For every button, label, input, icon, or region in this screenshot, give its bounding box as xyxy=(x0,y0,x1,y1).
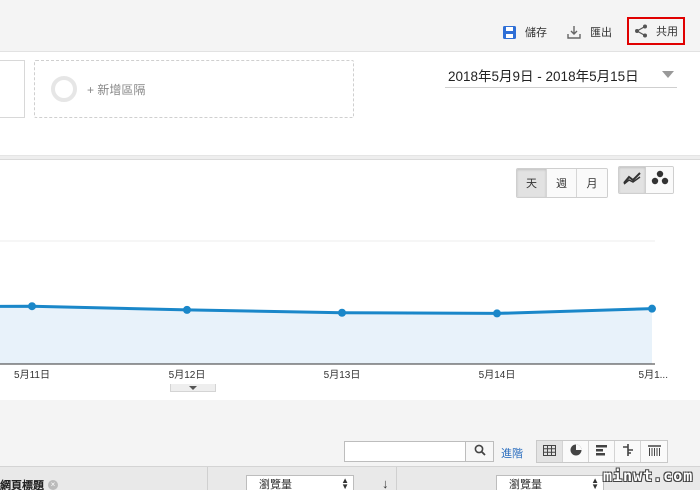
column-divider xyxy=(396,467,397,490)
save-label: 儲存 xyxy=(525,27,547,39)
download-icon xyxy=(566,24,582,40)
metric-select-1[interactable]: 瀏覽量 ▲ ▼ xyxy=(246,475,354,490)
line-chart-button[interactable] xyxy=(619,167,646,193)
add-segment-label: + 新增區隔 xyxy=(87,82,146,97)
metric-select-1-label: 瀏覽量 xyxy=(259,479,292,490)
pivot-view-icon xyxy=(647,443,661,461)
motion-chart-icon xyxy=(651,170,669,191)
comparison-view-button[interactable] xyxy=(615,441,641,462)
data-point[interactable] xyxy=(648,304,656,313)
table-search-input[interactable] xyxy=(344,441,466,462)
column-divider xyxy=(207,467,208,490)
pie-view-icon xyxy=(570,443,582,461)
segment-panel: + 新增區隔 2018年5月9日 - 2018年5月15日 xyxy=(0,52,700,156)
watermark: minwt.com xyxy=(603,467,694,485)
period-month-button[interactable]: 月 xyxy=(577,169,607,197)
comparison-view-icon xyxy=(622,443,634,461)
segment-ring-icon xyxy=(51,76,77,102)
save-icon xyxy=(501,24,517,40)
share-label: 共用 xyxy=(656,26,678,38)
data-point[interactable] xyxy=(183,305,191,314)
x-tick-label: 5月11日 xyxy=(14,369,50,381)
updown-arrows-icon: ▲ ▼ xyxy=(591,476,599,490)
pivot-view-button[interactable] xyxy=(641,441,667,462)
report-toolbar: 儲存 匯出 共用 xyxy=(0,0,700,52)
export-button[interactable]: 匯出 xyxy=(566,20,612,44)
add-segment-button[interactable]: + 新增區隔 xyxy=(34,60,354,118)
series-area xyxy=(0,306,652,364)
remove-dimension-icon[interactable]: × xyxy=(48,480,58,490)
sort-desc-icon[interactable]: ↓ xyxy=(382,476,389,490)
data-point[interactable] xyxy=(28,302,36,311)
chart-type-group xyxy=(618,166,674,194)
date-range-picker[interactable]: 2018年5月9日 - 2018年5月15日 xyxy=(445,62,677,88)
motion-chart-button[interactable] xyxy=(646,167,673,193)
export-label: 匯出 xyxy=(590,27,612,39)
data-point[interactable] xyxy=(493,309,501,318)
metric-select-2[interactable]: 瀏覽量 ▲ ▼ xyxy=(496,475,604,490)
table-view-button[interactable] xyxy=(537,441,563,462)
table-view-group xyxy=(536,440,668,463)
table-header-row: 網頁標題 × 瀏覽量 ▲ ▼ ↓ 瀏覽量 ▲ ▼ xyxy=(0,466,700,490)
table-view-icon xyxy=(543,443,556,461)
table-toolbar: 進階 xyxy=(0,400,700,466)
chart-panel: 5月11日 5月12日 5月13日 5月14日 5月1... 天 週 月 xyxy=(0,159,700,400)
period-week-button[interactable]: 週 xyxy=(547,169,577,197)
x-tick-label: 5月14日 xyxy=(479,369,516,381)
caret-down-icon xyxy=(662,71,674,78)
x-tick-label: 5月12日 xyxy=(169,369,206,381)
period-day-button[interactable]: 天 xyxy=(517,169,547,197)
metric-select-2-label: 瀏覽量 xyxy=(509,479,542,490)
x-tick-label: 5月13日 xyxy=(324,369,361,381)
performance-view-button[interactable] xyxy=(589,441,615,462)
performance-view-icon xyxy=(595,443,608,461)
save-button[interactable]: 儲存 xyxy=(501,20,547,44)
advanced-filter-link[interactable]: 進階 xyxy=(501,445,523,461)
pie-view-button[interactable] xyxy=(563,441,589,462)
chart-expand-toggle[interactable] xyxy=(170,384,216,392)
period-toggle-group: 天 週 月 xyxy=(516,168,608,198)
share-button[interactable]: 共用 xyxy=(627,17,685,45)
search-button[interactable] xyxy=(466,441,494,462)
segment-card[interactable] xyxy=(0,60,25,118)
data-point[interactable] xyxy=(338,308,346,317)
dimension-header: 網頁標題 × xyxy=(0,477,58,490)
share-icon xyxy=(633,23,649,39)
line-chart-icon xyxy=(623,171,641,190)
triangle-down-icon xyxy=(189,385,197,390)
x-tick-label: 5月1... xyxy=(639,369,668,381)
date-range-text: 2018年5月9日 - 2018年5月15日 xyxy=(448,68,639,84)
search-icon xyxy=(474,443,486,461)
dimension-label: 網頁標題 xyxy=(0,480,44,490)
updown-arrows-icon: ▲ ▼ xyxy=(341,476,349,490)
